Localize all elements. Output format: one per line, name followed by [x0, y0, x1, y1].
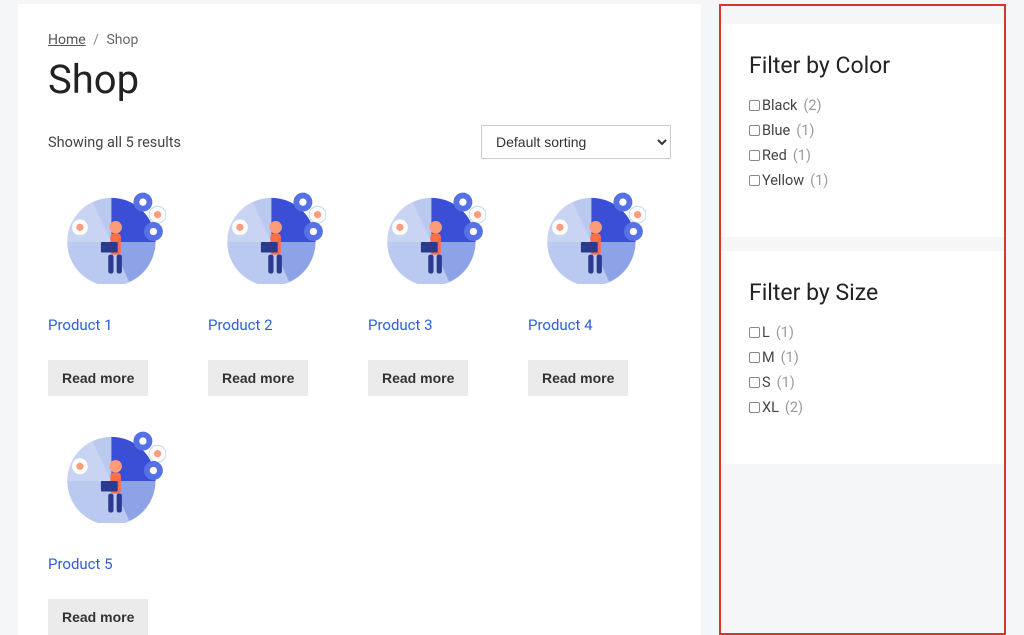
filter-color-option[interactable]: Yellow (1)	[749, 172, 976, 189]
filter-option-count: (2)	[785, 399, 803, 416]
filter-option-count: (2)	[803, 97, 821, 114]
product-title-link[interactable]: Product 1	[48, 316, 178, 334]
breadcrumb-home[interactable]: Home	[48, 32, 86, 48]
checkbox-icon	[749, 175, 760, 186]
checkbox-icon	[749, 377, 760, 388]
product-title-link[interactable]: Product 4	[528, 316, 658, 334]
breadcrumb-separator: /	[93, 32, 99, 48]
filter-size-option[interactable]: L (1)	[749, 324, 976, 341]
product-card: Product 2 Read more	[208, 179, 338, 396]
product-title-link[interactable]: Product 3	[368, 316, 498, 334]
filter-color-option[interactable]: Blue (1)	[749, 122, 976, 139]
filter-size-option[interactable]: S (1)	[749, 374, 976, 391]
sidebar: Filter by Color Black (2) Blue (1) Red (…	[719, 4, 1006, 635]
checkbox-icon	[749, 125, 760, 136]
main-content: Home / Shop Shop Showing all 5 results D…	[18, 4, 701, 635]
product-toolbar: Showing all 5 results Default sorting	[48, 125, 671, 159]
filter-option-label: S	[762, 374, 771, 391]
filter-color-title: Filter by Color	[749, 52, 976, 79]
product-grid: Product 1 Read more Product 2 Read more …	[48, 179, 671, 635]
filter-option-label: Blue	[762, 122, 790, 139]
filter-option-count: (1)	[781, 349, 799, 366]
product-title-link[interactable]: Product 5	[48, 555, 178, 573]
product-image[interactable]	[61, 179, 166, 284]
filter-option-count: (1)	[777, 374, 795, 391]
filter-option-label: Red	[762, 147, 787, 164]
product-image[interactable]	[61, 418, 166, 523]
filter-size-widget: Filter by Size L (1) M (1) S (1) XL (2)	[719, 251, 1006, 464]
checkbox-icon	[749, 327, 760, 338]
product-card: Product 1 Read more	[48, 179, 178, 396]
product-image[interactable]	[541, 179, 646, 284]
product-title-link[interactable]: Product 2	[208, 316, 338, 334]
filter-size-option[interactable]: M (1)	[749, 349, 976, 366]
filter-color-list: Black (2) Blue (1) Red (1) Yellow (1)	[749, 97, 976, 189]
breadcrumb-current: Shop	[106, 32, 138, 48]
product-image[interactable]	[381, 179, 486, 284]
filter-color-option[interactable]: Black (2)	[749, 97, 976, 114]
checkbox-icon	[749, 100, 760, 111]
read-more-button[interactable]: Read more	[528, 360, 628, 396]
filter-option-label: M	[762, 349, 775, 366]
filter-size-list: L (1) M (1) S (1) XL (2)	[749, 324, 976, 416]
result-count: Showing all 5 results	[48, 134, 181, 151]
read-more-button[interactable]: Read more	[208, 360, 308, 396]
checkbox-icon	[749, 402, 760, 413]
filter-color-option[interactable]: Red (1)	[749, 147, 976, 164]
checkbox-icon	[749, 150, 760, 161]
product-card: Product 5 Read more	[48, 418, 178, 635]
filter-color-widget: Filter by Color Black (2) Blue (1) Red (…	[719, 24, 1006, 237]
filter-option-label: L	[762, 324, 770, 341]
read-more-button[interactable]: Read more	[48, 360, 148, 396]
filter-option-count: (1)	[796, 122, 814, 139]
page-title: Shop	[48, 56, 671, 103]
filter-size-title: Filter by Size	[749, 279, 976, 306]
filter-option-label: XL	[762, 399, 779, 416]
filter-option-count: (1)	[793, 147, 811, 164]
breadcrumb: Home / Shop	[48, 32, 671, 48]
checkbox-icon	[749, 352, 760, 363]
filter-option-count: (1)	[810, 172, 828, 189]
read-more-button[interactable]: Read more	[368, 360, 468, 396]
product-card: Product 4 Read more	[528, 179, 658, 396]
filter-option-count: (1)	[776, 324, 794, 341]
read-more-button[interactable]: Read more	[48, 599, 148, 635]
filter-option-label: Black	[762, 97, 797, 114]
product-image[interactable]	[221, 179, 326, 284]
filter-option-label: Yellow	[762, 172, 804, 189]
sort-select[interactable]: Default sorting	[481, 125, 671, 159]
filter-size-option[interactable]: XL (2)	[749, 399, 976, 416]
product-card: Product 3 Read more	[368, 179, 498, 396]
